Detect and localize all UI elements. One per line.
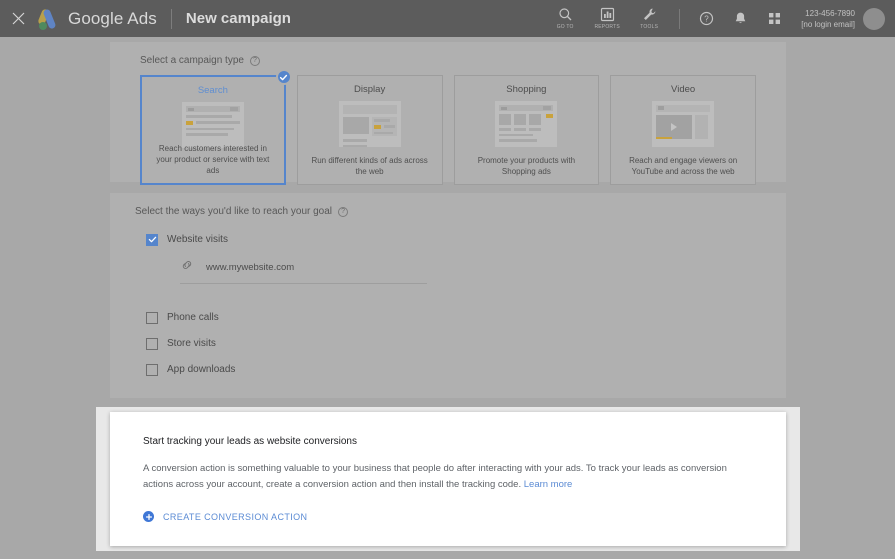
modal-body-text: A conversion action is something valuabl… <box>143 463 727 490</box>
campaign-type-card-display[interactable]: Display <box>297 75 443 185</box>
campaign-type-description: Reach customers interested in your produ… <box>142 143 284 176</box>
apps-grid-icon[interactable] <box>761 6 787 32</box>
help-circle-icon[interactable]: ? <box>693 6 719 32</box>
help-circle-icon[interactable]: ? <box>250 56 260 66</box>
shopping-tiles-thumb <box>495 101 557 147</box>
header-tools-button[interactable]: TOOLS <box>633 7 665 30</box>
campaign-type-card-video[interactable]: Video Reach and engage viewers on YouTub… <box>610 75 756 185</box>
campaign-type-title: Shopping <box>506 84 546 95</box>
footer-actions: CONTINUE CANCEL <box>0 551 895 559</box>
header-goto-label: GO TO <box>557 24 574 30</box>
checkbox-app-downloads[interactable] <box>146 364 158 376</box>
reports-bar-chart-icon <box>600 7 615 22</box>
checkbox-label: Store visits <box>167 338 216 349</box>
help-circle-icon[interactable]: ? <box>338 207 348 217</box>
page-content: Select a campaign type ? Search <box>0 37 895 559</box>
goal-ways-section-label: Select the ways you'd like to reach your… <box>110 193 786 217</box>
display-banner-thumb <box>339 101 401 147</box>
conversion-tracking-modal: Start tracking your leads as website con… <box>110 412 786 546</box>
checkbox-label: Website visits <box>167 234 228 245</box>
app-header: Google Ads New campaign GO TO REPORTS <box>0 0 895 37</box>
campaign-type-section-label: Select a campaign type ? <box>110 42 786 66</box>
website-url-field[interactable]: www.mywebsite.com <box>180 258 427 284</box>
svg-text:?: ? <box>704 15 709 24</box>
play-icon <box>671 123 677 131</box>
link-icon <box>180 258 194 277</box>
campaign-type-card-shopping[interactable]: Shopping <box>454 75 600 185</box>
goal-ways-panel: Select the ways you'd like to reach your… <box>110 193 786 398</box>
campaign-type-title: Video <box>671 84 695 95</box>
close-icon[interactable] <box>0 0 36 37</box>
campaign-type-title: Search <box>198 85 228 96</box>
checkbox-label: App downloads <box>167 364 235 375</box>
checkbox-row-phone-calls[interactable]: Phone calls <box>146 305 786 330</box>
website-url-value[interactable]: www.mywebsite.com <box>206 262 294 273</box>
bell-icon[interactable] <box>727 6 753 32</box>
create-conversion-action-button[interactable]: CREATE CONVERSION ACTION <box>143 511 753 522</box>
wrench-tools-icon <box>642 7 657 22</box>
app-root: Google Ads New campaign GO TO REPORTS <box>0 0 895 559</box>
search-results-thumb <box>182 102 244 148</box>
checkbox-website-visits[interactable] <box>146 234 158 246</box>
campaign-type-description: Promote your products with Shopping ads <box>455 155 599 177</box>
video-player-thumb <box>652 101 714 147</box>
search-icon <box>558 7 573 22</box>
checkbox-row-website-visits[interactable]: Website visits <box>146 227 786 252</box>
campaign-type-card-search[interactable]: Search Reach customers interested in you… <box>140 75 286 185</box>
account-info[interactable]: 123-456-7890 [no login email] <box>801 8 855 30</box>
modal-title: Start tracking your leads as website con… <box>143 436 753 447</box>
header-reports-button[interactable]: REPORTS <box>591 7 623 30</box>
modal-body: A conversion action is something valuabl… <box>143 461 757 493</box>
campaign-type-card-list: Search Reach customers interested in you… <box>110 75 786 185</box>
plus-circle-icon <box>143 511 154 522</box>
header-goto-button[interactable]: GO TO <box>549 7 581 30</box>
avatar[interactable] <box>863 8 885 30</box>
goal-ways-label-text: Select the ways you'd like to reach your… <box>135 206 332 217</box>
header-divider <box>171 9 172 29</box>
header-reports-label: REPORTS <box>594 24 619 30</box>
modal-content: Start tracking your leads as website con… <box>110 412 786 522</box>
account-id: 123-456-7890 <box>801 8 855 19</box>
selected-check-icon <box>276 69 292 85</box>
campaign-type-title: Display <box>354 84 385 95</box>
brand-name: Google Ads <box>68 9 157 29</box>
campaign-type-panel: Select a campaign type ? Search <box>110 42 786 182</box>
checkbox-phone-calls[interactable] <box>146 312 158 324</box>
checkbox-row-app-downloads[interactable]: App downloads <box>146 357 786 382</box>
checkbox-row-store-visits[interactable]: Store visits <box>146 331 786 356</box>
header-divider-2 <box>679 9 680 29</box>
goal-ways-list: Website visits www.mywebsite.com Phone c… <box>110 227 786 382</box>
google-ads-logo-icon <box>36 8 60 30</box>
checkbox-label: Phone calls <box>167 312 219 323</box>
campaign-type-description: Run different kinds of ads across the we… <box>298 155 442 177</box>
page-title: New campaign <box>186 10 291 27</box>
campaign-type-label-text: Select a campaign type <box>140 55 244 66</box>
checkbox-store-visits[interactable] <box>146 338 158 350</box>
account-email: [no login email] <box>801 19 855 30</box>
campaign-type-description: Reach and engage viewers on YouTube and … <box>611 155 755 177</box>
header-tools-label: TOOLS <box>640 24 658 30</box>
header-right-group: GO TO REPORTS TOOLS ? <box>544 0 895 37</box>
learn-more-link[interactable]: Learn more <box>524 479 573 490</box>
create-conversion-action-label: CREATE CONVERSION ACTION <box>163 512 307 522</box>
